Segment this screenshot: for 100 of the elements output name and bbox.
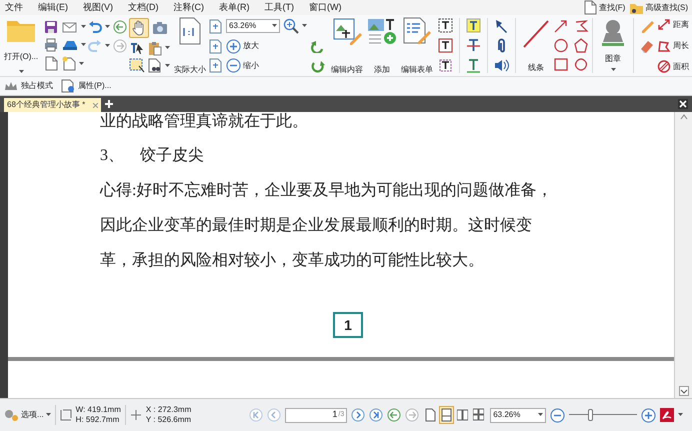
rotate-left-icon[interactable] [311, 38, 325, 52]
caret-icon[interactable] [165, 46, 170, 50]
caret-icon[interactable] [678, 413, 684, 417]
zoom-combo[interactable]: 63.26% [226, 19, 280, 33]
caret-icon[interactable] [18, 70, 24, 74]
save-icon[interactable] [44, 20, 58, 34]
envelope-icon[interactable] [62, 20, 78, 34]
zoom-in-icon[interactable] [641, 408, 656, 422]
zoom-slider[interactable] [569, 408, 638, 422]
zoom-in-button[interactable]: 放大 [226, 38, 259, 54]
fit-width-icon[interactable] [208, 38, 223, 54]
marquee-icon[interactable] [129, 58, 145, 73]
pentagon-icon[interactable] [573, 38, 589, 53]
measure-button[interactable]: 面积 [657, 60, 689, 73]
page-layout-icon [473, 408, 484, 422]
actual-size-button[interactable]: 实际大小 [172, 15, 208, 76]
menu-item[interactable]: 窗口(W) [308, 0, 342, 14]
exclusive-mode-button[interactable]: 独占模式 [4, 80, 53, 92]
pdf-logo-icon[interactable] [660, 408, 674, 422]
zoom-out-icon[interactable] [550, 408, 566, 422]
scanner-icon[interactable] [62, 38, 78, 52]
caret-icon[interactable] [81, 43, 86, 47]
circle-icon[interactable] [553, 38, 569, 53]
caret-icon[interactable] [46, 413, 51, 417]
menu-item[interactable]: 编辑(E) [37, 0, 69, 14]
clipboard-icon[interactable] [148, 40, 162, 56]
add-button[interactable]: 添加 [365, 15, 399, 76]
page-layout-icon [457, 408, 468, 422]
options-button[interactable]: 选项... [3, 408, 51, 422]
menu-item[interactable]: 文档(D) [127, 0, 160, 14]
magnifier-plus-icon[interactable] [283, 18, 299, 34]
polyline-icon[interactable] [573, 19, 589, 34]
menu-item[interactable]: 注释(C) [172, 0, 205, 14]
caret-icon[interactable] [79, 62, 84, 66]
eraser-icon[interactable] [639, 38, 655, 52]
zoom-out-button[interactable]: 缩小 [226, 58, 259, 73]
page-number: 1 [333, 312, 363, 338]
underline-text-icon[interactable] [466, 58, 481, 73]
page-layout-button[interactable] [439, 406, 454, 424]
highlight-text-icon[interactable] [466, 18, 481, 33]
new-tab-icon[interactable] [105, 100, 114, 108]
new-document-icon[interactable] [62, 56, 76, 71]
zoom-in-icon[interactable] [226, 38, 241, 54]
caret-icon[interactable] [302, 24, 307, 28]
menu-item[interactable]: 文件 [4, 0, 24, 14]
document-arrow-icon[interactable] [44, 56, 58, 71]
caret-icon[interactable] [538, 413, 544, 417]
strikeout-text-icon[interactable] [466, 38, 481, 53]
measure-button[interactable]: 周长 [657, 39, 689, 52]
ruler-arrow-icon [657, 18, 671, 31]
perimeter-icon [657, 39, 671, 52]
find-button[interactable]: 查找(F) [584, 0, 626, 15]
dimension-icon [60, 409, 72, 421]
menu-item[interactable]: 视图(V) [82, 0, 114, 14]
fit-page-icon[interactable] [208, 18, 223, 34]
scroll-up-icon[interactable] [680, 114, 688, 120]
properties-button[interactable]: 属性(P)... [61, 79, 112, 93]
document-tab[interactable]: 68个经典管理小故事 * [4, 98, 102, 112]
fit-visible-icon[interactable] [208, 58, 223, 73]
body-text: 革，承担的风险相对较小，变革成功的可能性比较大。 [100, 252, 485, 270]
menu-item[interactable]: 表单(R) [218, 0, 250, 14]
arrow-icon[interactable] [553, 19, 569, 34]
open-button[interactable]: 打开(O)... [0, 15, 40, 76]
edit-form-button[interactable]: 编辑表单 [399, 15, 435, 76]
text-cursor-icon[interactable] [129, 41, 145, 55]
caret-icon[interactable] [272, 24, 277, 28]
body-text: 心得:好时不忘难时苦，企业要及早地为可能出现的问题做准备， [100, 182, 554, 200]
edit-content-button[interactable]: 编辑内容 [329, 15, 365, 76]
speaker-icon[interactable] [494, 58, 509, 73]
text-box-icon[interactable] [438, 18, 453, 33]
area-icon [657, 60, 671, 73]
page-width-text: W: 419.1mm [76, 405, 121, 415]
measure-button[interactable]: 距离 [657, 18, 689, 31]
printer-icon[interactable] [44, 38, 58, 52]
text-frame-icon[interactable] [438, 58, 453, 73]
undo-icon[interactable] [88, 20, 102, 34]
camera-icon[interactable] [152, 21, 168, 35]
page-layout-icon [425, 408, 436, 422]
last-page-icon[interactable] [369, 408, 384, 422]
caret-icon[interactable] [81, 25, 86, 29]
caret-icon[interactable] [105, 25, 110, 29]
stamp-button[interactable]: 图章 [596, 15, 630, 76]
crosshair-icon [130, 409, 142, 421]
caret-icon[interactable] [165, 64, 170, 68]
advanced-find-button[interactable]: 高级查找(S) [629, 0, 688, 15]
lines-button[interactable]: 线条 [519, 15, 553, 76]
body-text: 3、 饺子皮尖 [100, 147, 205, 165]
page-layout-button[interactable] [423, 406, 438, 424]
scroll-down-icon[interactable] [678, 386, 688, 396]
zoom-combo[interactable]: 63.26% [490, 408, 546, 422]
square-icon[interactable] [553, 57, 569, 72]
menu-item[interactable]: 工具(T) [264, 0, 295, 14]
rotate-right-icon[interactable] [311, 59, 325, 73]
next-page-icon[interactable] [351, 408, 366, 422]
back-arrow-icon[interactable] [113, 20, 127, 34]
cursor-x-text: X : 272.3mm [146, 405, 192, 415]
zoom-out-icon[interactable] [226, 58, 241, 73]
caret-icon[interactable] [105, 44, 110, 48]
caret-icon[interactable] [610, 68, 616, 72]
text-callout-icon[interactable] [438, 38, 453, 53]
